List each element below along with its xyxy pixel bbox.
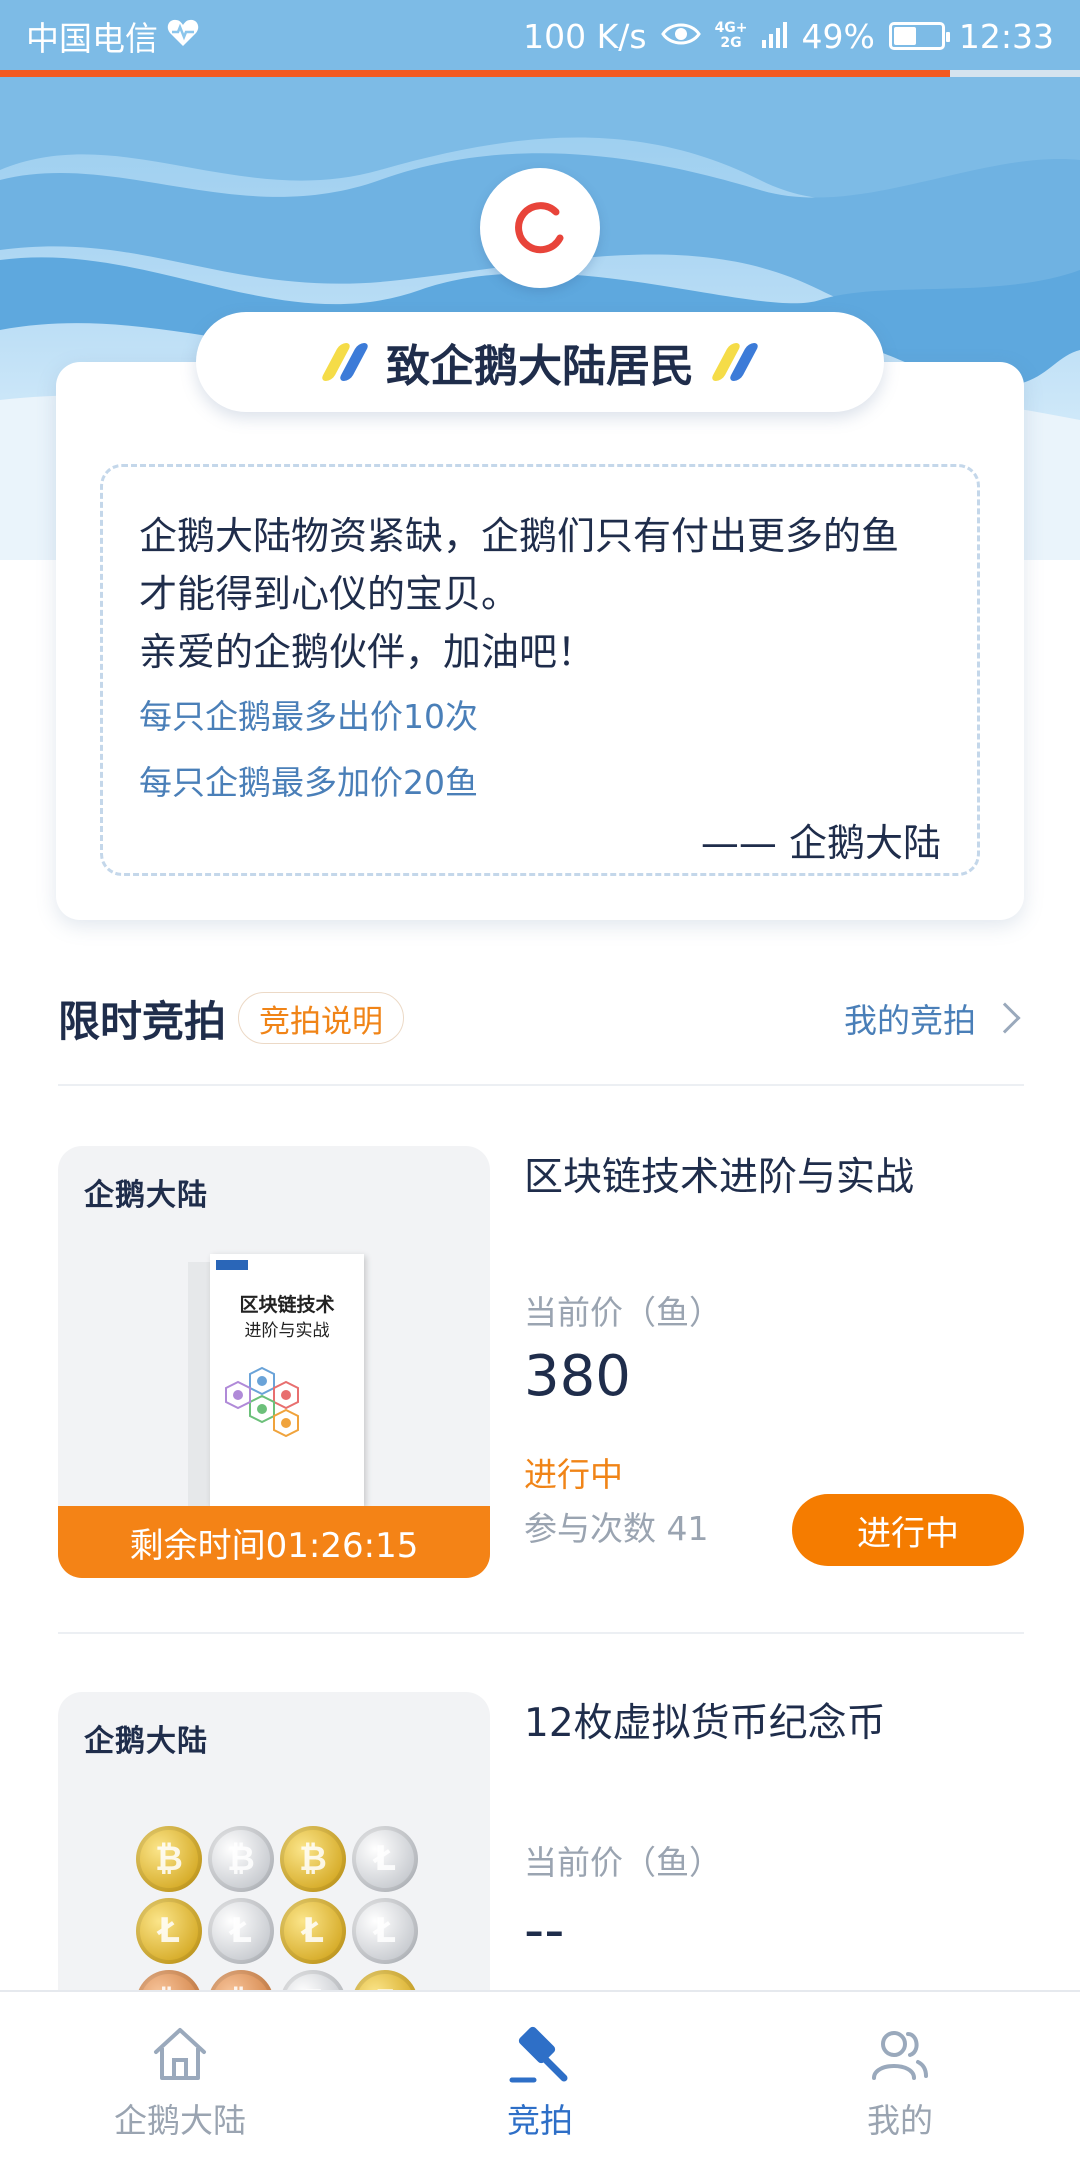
my-auctions-link[interactable]: 我的竞拍 — [844, 994, 1024, 1042]
price-label: 当前价（鱼） — [524, 1293, 722, 1332]
book-title-line-2: 进阶与实战 — [244, 1321, 330, 1341]
eye-comfort-icon — [660, 17, 701, 56]
notice-title-pill: 致企鹅大陆居民 — [196, 312, 884, 412]
signal-icon — [761, 17, 788, 56]
auction-item-card[interactable]: 企鹅大陆 ₿ ₿ ₿ Ł Ł Ł Ł Ł ₿ ₿ Ξ Ξ 12枚虚拟货币纪念币 … — [58, 1692, 1024, 2124]
auction-status: 进行中 — [524, 1455, 623, 1494]
section-divider — [58, 1084, 1024, 1086]
my-auctions-label: 我的竞拍 — [844, 1001, 976, 1040]
auction-rules-button[interactable]: 竞拍说明 — [238, 992, 405, 1044]
net-speed: 100 K/s — [523, 16, 647, 56]
price-label: 当前价（鱼） — [524, 1843, 722, 1882]
bottom-navigation: 企鹅大陆 竞拍 我的 — [0, 1990, 1080, 2160]
item-image-brand: 企鹅大陆 — [84, 1178, 208, 1213]
section-title: 限时竞拍 — [58, 996, 227, 1046]
notice-content-box: 企鹅大陆物资紧缺，企鹅们只有付出更多的鱼 才能得到心仪的宝贝。 亲爱的企鹅伙伴，… — [100, 464, 980, 876]
clock: 12:33 — [958, 16, 1054, 56]
nav-tab-mine-label: 我的 — [867, 2101, 933, 2140]
network-type-bottom: 2G — [720, 35, 742, 51]
heart-health-icon — [166, 17, 200, 56]
auction-section-header: 限时竞拍 竞拍说明 我的竞拍 — [58, 986, 1024, 1050]
decor-slashes-right — [709, 343, 761, 381]
home-icon — [154, 2028, 206, 2080]
item-name[interactable]: 12枚虚拟货币纪念币 — [524, 1692, 886, 1748]
item-image-brand: 企鹅大陆 — [84, 1724, 208, 1759]
battery-icon — [888, 22, 950, 50]
notice-card: 企鹅大陆物资紧缺，企鹅们只有付出更多的鱼 才能得到心仪的宝贝。 亲爱的企鹅伙伴，… — [56, 362, 1024, 920]
status-bar: 中国电信 100 K/s 4G+ 2G 49% 12:33 — [0, 0, 1080, 72]
users-icon — [872, 2031, 928, 2080]
nav-tab-auction[interactable]: 竞拍 — [360, 1992, 720, 2160]
item-image[interactable]: 企鹅大陆 区块链技术 进阶与实战 剩余时间01:26:15 — [58, 1146, 490, 1578]
item-name[interactable]: 区块链技术进阶与实战 — [524, 1146, 914, 1202]
battery-percent: 49% — [801, 16, 875, 56]
brand-logo-icon — [515, 202, 564, 254]
nav-tab-home-label: 企鹅大陆 — [114, 2101, 246, 2140]
notice-message-line-1: 企鹅大陆物资紧缺，企鹅们只有付出更多的鱼 — [139, 514, 900, 558]
page-load-progress — [0, 70, 1080, 77]
nav-tab-auction-label: 竞拍 — [507, 2101, 573, 2140]
participation-count: 参与次数 41 — [524, 1509, 709, 1548]
bid-rule-count: 每只企鹅最多出价10次 — [139, 697, 478, 736]
bid-status-button[interactable]: 进行中 — [792, 1494, 1024, 1566]
network-type-top: 4G+ — [714, 20, 748, 36]
carrier-name: 中国电信 — [26, 19, 158, 58]
nav-tab-home[interactable]: 企鹅大陆 — [0, 1992, 360, 2160]
page-load-progress-fill — [0, 70, 951, 77]
network-type: 4G+ 2G — [715, 21, 748, 51]
item-divider — [58, 1632, 1024, 1634]
book-title-line-1: 区块链技术 — [239, 1294, 335, 1316]
notice-message-line-2: 才能得到心仪的宝贝。 — [139, 572, 520, 616]
notice-title: 致企鹅大陆居民 — [386, 341, 694, 392]
current-price: 380 — [524, 1344, 631, 1409]
chevron-right-icon — [989, 1002, 1021, 1034]
bid-rule-increment: 每只企鹅最多加价20鱼 — [139, 763, 478, 802]
brand-logo — [480, 168, 600, 288]
book-cover-image: 区块链技术 进阶与实战 — [188, 1254, 364, 1510]
current-price: -- — [524, 1898, 565, 1963]
remaining-time-bar: 剩余时间01:26:15 — [58, 1506, 490, 1578]
notice-signature: —— 企鹅大陆 — [700, 821, 941, 865]
nav-tab-mine[interactable]: 我的 — [720, 1992, 1080, 2160]
gavel-icon — [509, 2026, 568, 2083]
auction-item-card[interactable]: 企鹅大陆 区块链技术 进阶与实战 剩余时间01:26:15 区块链技术进阶与实战… — [58, 1146, 1024, 1578]
notice-message-line-3: 亲爱的企鹅伙伴，加油吧！ — [139, 630, 596, 674]
decor-slashes-left — [319, 343, 371, 381]
